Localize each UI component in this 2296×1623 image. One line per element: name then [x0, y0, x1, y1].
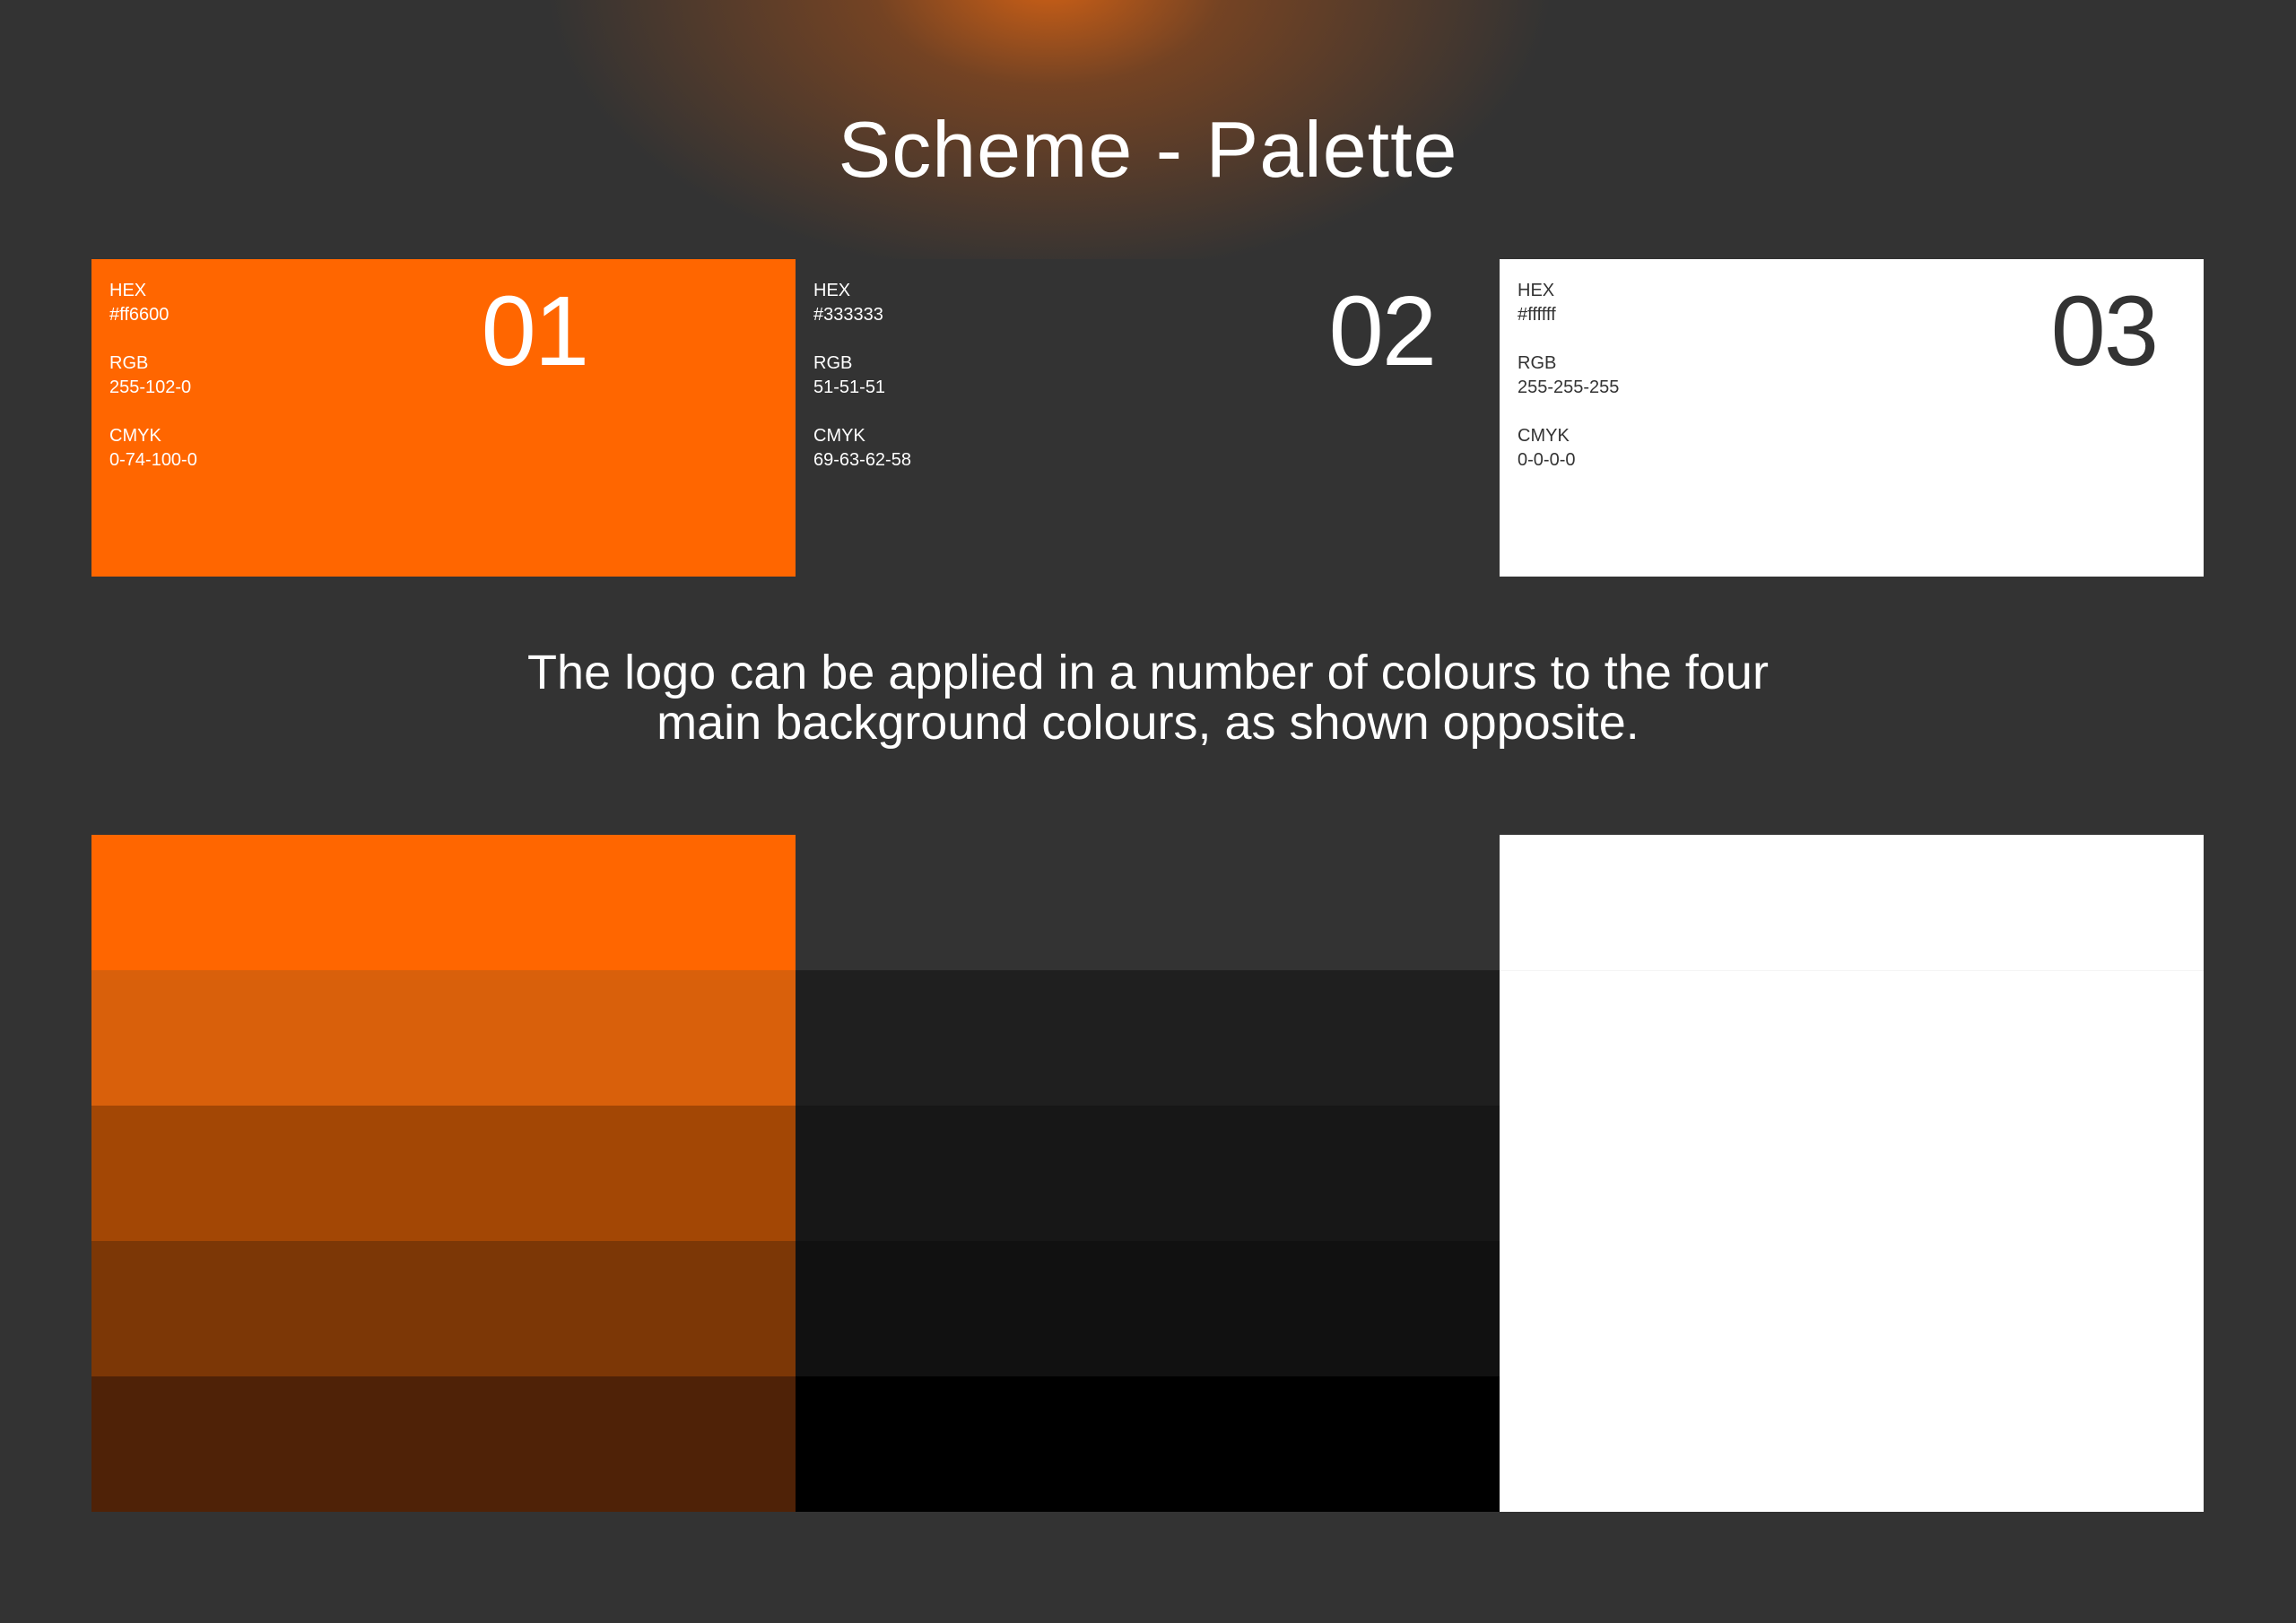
description-line: main background colours, as shown opposi… — [657, 696, 1639, 750]
dark-shade-5 — [796, 1376, 1500, 1512]
white-shade-2 — [1500, 969, 2204, 1107]
rgb-label: RGB — [109, 353, 149, 373]
orange-shade-4 — [91, 1241, 796, 1376]
shade-column-dark — [796, 835, 1500, 1512]
shade-grid — [91, 835, 2204, 1512]
cmyk-value: 69-63-62-58 — [813, 450, 911, 470]
white-shade-5 — [1500, 1376, 2204, 1512]
swatch-number: 01 — [481, 276, 589, 386]
swatch-info: HEX #333333 RGB 51-51-51 CMYK 69-63-62-5… — [813, 279, 911, 497]
hex-label: HEX — [813, 281, 851, 300]
orange-shade-3 — [91, 1106, 796, 1241]
rgb-label: RGB — [813, 353, 853, 373]
cmyk-label: CMYK — [1518, 426, 1570, 446]
white-shade-4 — [1500, 1241, 2204, 1377]
cmyk-label: CMYK — [813, 426, 865, 446]
dark-shade-4 — [796, 1241, 1500, 1376]
rgb-value: 255-255-255 — [1518, 378, 1620, 397]
swatch-02: HEX #333333 RGB 51-51-51 CMYK 69-63-62-5… — [796, 259, 1500, 577]
orange-shade-5 — [91, 1376, 796, 1512]
white-shade-3 — [1500, 1106, 2204, 1242]
rgb-label: RGB — [1518, 353, 1557, 373]
dark-shade-1 — [796, 835, 1500, 970]
hex-value: #ff6600 — [109, 305, 170, 325]
rgb-value: 51-51-51 — [813, 378, 886, 397]
swatch-number: 02 — [1328, 276, 1437, 386]
page-title: Scheme - Palette — [838, 105, 1458, 194]
description-line: The logo can be applied in a number of c… — [527, 646, 1769, 699]
cmyk-value: 0-74-100-0 — [109, 450, 197, 470]
dark-shade-2 — [796, 970, 1500, 1106]
description-text: The logo can be applied in a number of c… — [0, 647, 2296, 748]
swatch-number: 03 — [2050, 276, 2159, 386]
orange-shade-2 — [91, 970, 796, 1106]
cmyk-value: 0-0-0-0 — [1518, 450, 1576, 470]
rgb-value: 255-102-0 — [109, 378, 192, 397]
hex-value: #333333 — [813, 305, 883, 325]
white-shade-1 — [1500, 835, 2204, 970]
swatch-03: HEX #ffffff RGB 255-255-255 CMYK 0-0-0-0… — [1500, 259, 2204, 577]
hex-label: HEX — [109, 281, 147, 300]
palette-swatches: HEX #ff6600 RGB 255-102-0 CMYK 0-74-100-… — [91, 259, 2204, 577]
dark-shade-3 — [796, 1106, 1500, 1241]
hex-value: #ffffff — [1518, 305, 1556, 325]
swatch-01: HEX #ff6600 RGB 255-102-0 CMYK 0-74-100-… — [91, 259, 796, 577]
swatch-info: HEX #ffffff RGB 255-255-255 CMYK 0-0-0-0 — [1518, 279, 1619, 497]
shade-column-orange — [91, 835, 796, 1512]
hex-label: HEX — [1518, 281, 1555, 300]
orange-shade-1 — [91, 835, 796, 970]
shade-column-white — [1500, 835, 2204, 1512]
swatch-info: HEX #ff6600 RGB 255-102-0 CMYK 0-74-100-… — [109, 279, 197, 497]
cmyk-label: CMYK — [109, 426, 161, 446]
